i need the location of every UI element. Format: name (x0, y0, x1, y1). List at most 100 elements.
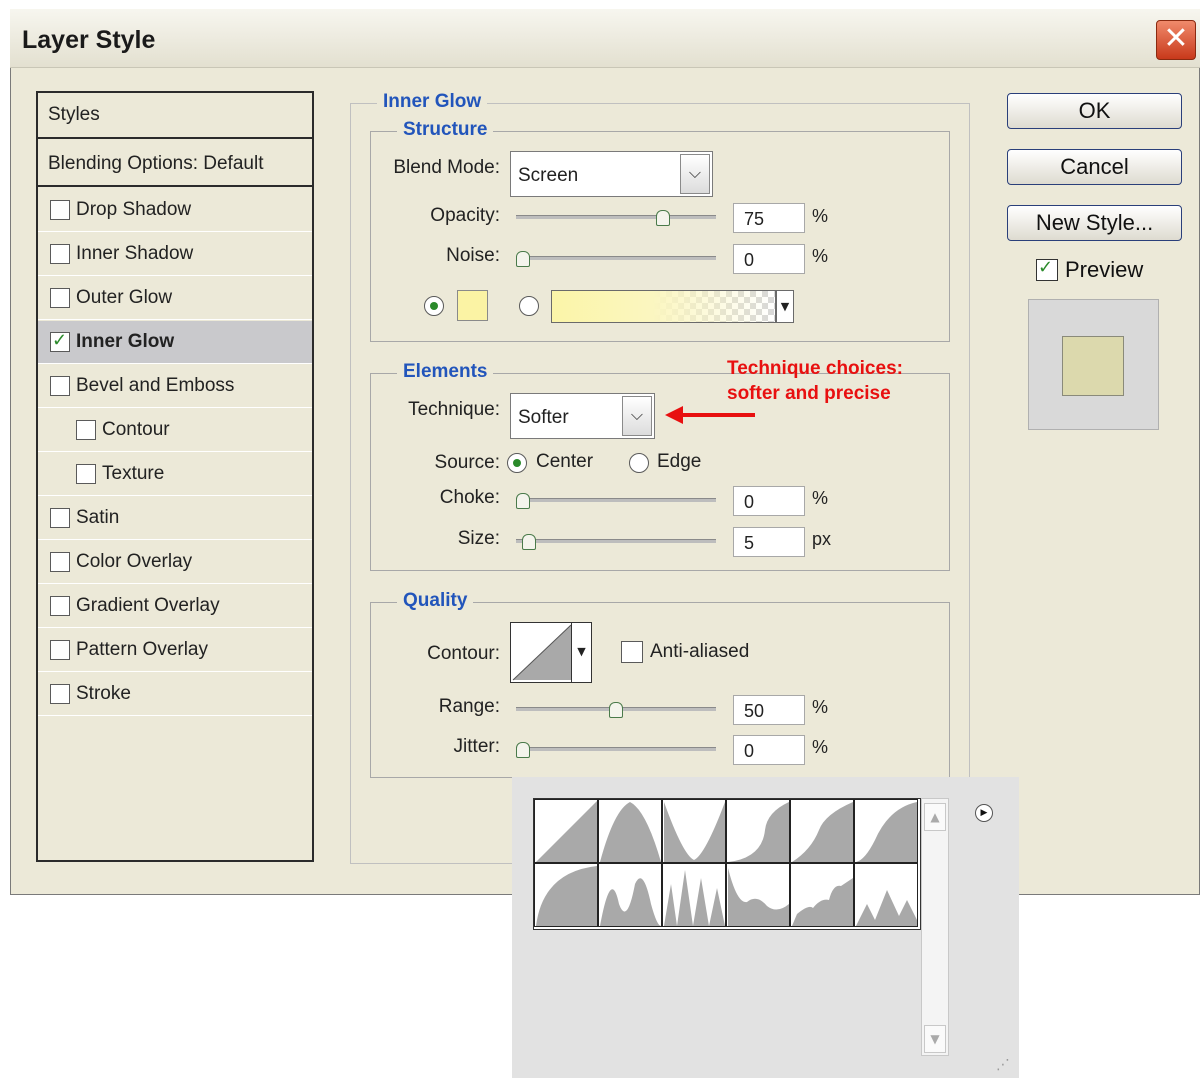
size-slider-track[interactable] (516, 539, 716, 543)
style-item-gradient-overlay[interactable]: Gradient Overlay (38, 585, 312, 628)
style-item-texture[interactable]: Texture (38, 453, 312, 496)
scroll-down-icon[interactable]: ▼ (924, 1025, 946, 1053)
contour-dropdown-arrow-icon[interactable]: ▼ (571, 623, 591, 682)
choke-slider-track[interactable] (516, 498, 716, 502)
choke-slider-thumb[interactable] (516, 493, 530, 509)
preview-checkbox[interactable] (1036, 257, 1058, 281)
style-item-label: Satin (76, 507, 120, 528)
style-checkbox[interactable] (50, 330, 70, 352)
title-bar[interactable] (10, 9, 1200, 68)
style-checkbox[interactable] (50, 376, 70, 396)
gradient-radio[interactable] (519, 296, 539, 316)
contour-preset-ring[interactable] (598, 863, 662, 927)
contour-preset-linear[interactable] (534, 799, 598, 863)
size-input[interactable]: 5 (733, 527, 805, 557)
jitter-input[interactable]: 0 (733, 735, 805, 765)
contour-preset-ring-triple[interactable] (726, 863, 790, 927)
blend-mode-select[interactable]: Screen ⌵ (510, 151, 713, 197)
style-item-inner-glow[interactable]: Inner Glow (38, 321, 312, 364)
size-slider-thumb[interactable] (522, 534, 536, 550)
solid-color-radio[interactable] (424, 296, 444, 316)
style-checkbox[interactable] (50, 684, 70, 704)
source-center-radio[interactable] (507, 453, 527, 473)
contour-preset-rolling-slope[interactable] (790, 863, 854, 927)
close-button[interactable]: ✕ (1156, 20, 1196, 60)
opacity-unit: % (812, 206, 829, 226)
style-checkbox[interactable] (50, 288, 70, 308)
source-label: Source: (434, 452, 500, 473)
style-checkbox[interactable] (50, 596, 70, 616)
opacity-input[interactable]: 75 (733, 203, 805, 233)
style-item-label: Texture (102, 463, 165, 484)
technique-select[interactable]: Softer ⌵ (510, 393, 655, 439)
style-item-color-overlay[interactable]: Color Overlay (38, 541, 312, 584)
style-item-label: Bevel and Emboss (76, 375, 235, 396)
linear-contour-icon (512, 624, 572, 681)
gradient-dropdown-arrow-icon[interactable]: ▼ (776, 290, 794, 323)
jitter-slider-track[interactable] (516, 747, 716, 751)
anti-aliased-checkbox[interactable] (621, 641, 643, 663)
style-checkbox[interactable] (50, 244, 70, 264)
contour-preset-cone-inverted[interactable] (662, 799, 726, 863)
style-item-outer-glow[interactable]: Outer Glow (38, 277, 312, 320)
style-checkbox[interactable] (50, 200, 70, 220)
glow-color-swatch[interactable] (457, 290, 488, 321)
contour-preset-ring-double[interactable] (662, 863, 726, 927)
opacity-slider-thumb[interactable] (655, 210, 670, 226)
style-item-satin[interactable]: Satin (38, 497, 312, 540)
style-item-label: Stroke (76, 683, 131, 704)
noise-input[interactable]: 0 (733, 244, 805, 274)
structure-title: Structure (397, 119, 494, 141)
style-item-label: Contour (102, 419, 170, 440)
size-label: Size: (457, 528, 500, 549)
noise-slider-thumb[interactable] (516, 251, 530, 267)
contour-preset-sawtooth[interactable] (854, 863, 918, 927)
style-item-label: Inner Glow (76, 331, 175, 352)
contour-preset-cone[interactable] (598, 799, 662, 863)
styles-header[interactable]: Styles (38, 93, 312, 139)
jitter-slider-thumb[interactable] (516, 742, 530, 758)
cancel-button[interactable]: Cancel (1007, 149, 1182, 185)
annotation-arrow-icon (665, 406, 755, 424)
style-checkbox[interactable] (50, 640, 70, 660)
scroll-up-icon[interactable]: ▲ (924, 803, 946, 831)
style-item-drop-shadow[interactable]: Drop Shadow (38, 189, 312, 232)
style-item-label: Outer Glow (76, 287, 173, 308)
style-checkbox[interactable] (76, 420, 96, 440)
new-style-button[interactable]: New Style... (1007, 205, 1182, 241)
source-edge-radio[interactable] (629, 453, 649, 473)
style-item-label: Inner Shadow (76, 243, 194, 264)
contour-preset-cove-shallow[interactable] (790, 799, 854, 863)
choke-label: Choke: (439, 487, 500, 508)
contour-preset-gaussian[interactable] (854, 799, 918, 863)
style-item-stroke[interactable]: Stroke (38, 673, 312, 716)
noise-slider-track[interactable] (516, 256, 716, 260)
resize-grip-icon[interactable]: ⋰ (996, 1058, 1016, 1076)
ok-button[interactable]: OK (1007, 93, 1182, 129)
style-item-contour[interactable]: Contour (38, 409, 312, 452)
choke-input[interactable]: 0 (733, 486, 805, 516)
range-slider-thumb[interactable] (609, 702, 623, 718)
style-checkbox[interactable] (50, 508, 70, 528)
contour-preset-cove-deep[interactable] (726, 799, 790, 863)
style-checkbox[interactable] (76, 464, 96, 484)
contour-preset-half-round[interactable] (534, 863, 598, 927)
contour-picker[interactable]: ▼ (510, 622, 592, 683)
style-item-bevel-and-emboss[interactable]: Bevel and Emboss (38, 365, 312, 408)
opacity-label: Opacity: (430, 205, 500, 226)
blending-options-item[interactable]: Blending Options: Default (38, 141, 312, 187)
gradient-swatch[interactable] (551, 290, 776, 323)
picker-empty-area (535, 930, 919, 1056)
picker-scrollbar[interactable]: ▲ ▼ (921, 798, 949, 1056)
picker-menu-arrow-icon[interactable]: ▶ (975, 804, 993, 822)
size-unit: px (812, 529, 832, 549)
style-item-pattern-overlay[interactable]: Pattern Overlay (38, 629, 312, 672)
style-checkbox[interactable] (50, 552, 70, 572)
inner-glow-title: Inner Glow (377, 91, 488, 113)
range-label: Range: (438, 696, 500, 717)
opacity-slider-track[interactable] (516, 215, 716, 219)
jitter-unit: % (812, 737, 829, 757)
chevron-down-icon: ⌵ (622, 396, 652, 436)
range-input[interactable]: 50 (733, 695, 805, 725)
style-item-inner-shadow[interactable]: Inner Shadow (38, 233, 312, 276)
